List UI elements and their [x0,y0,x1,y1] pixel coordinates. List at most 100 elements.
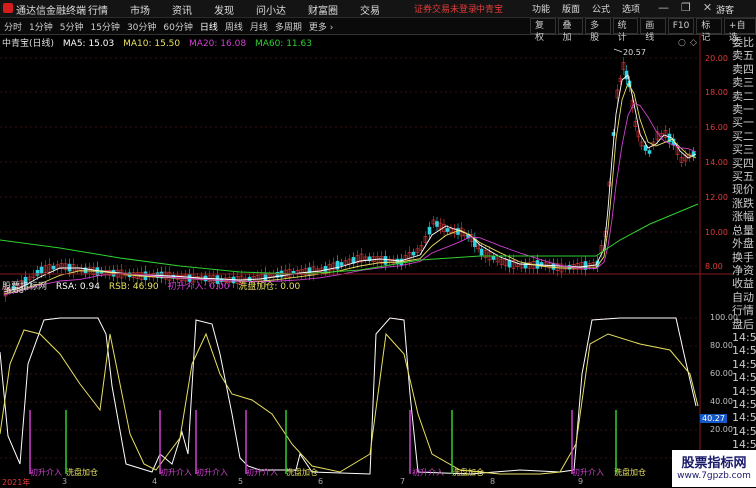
candle-body [51,265,56,270]
price-tick: 12.00 [705,193,728,202]
side-item[interactable]: 涨跌 [732,197,756,210]
multi-stock-button[interactable]: 多股 [585,18,611,43]
candle-body [435,221,439,227]
side-item[interactable]: 买一 [732,116,756,129]
quote-side-column: 委比 卖五 卖四 卖三 卖二 卖一 买一 买二 买三 买四 买五 现价 涨跌 涨幅 总量 外盘 换手 净资 收益 自动… [732,36,756,452]
app-title: 通达信金融终端 [16,6,86,17]
adjust-button[interactable]: 复权 [530,18,556,43]
side-item[interactable]: 买三 [732,143,756,156]
mark-button[interactable]: 标记 [696,18,722,43]
menu-layout[interactable]: 版面 [562,2,580,15]
login-notice[interactable]: 证券交易未登录 [414,2,477,15]
side-item[interactable]: 14:50 [732,331,756,344]
date-tick: 5 [238,477,244,486]
side-item[interactable]: 14:50 [732,385,756,398]
menu-wealth[interactable]: 财富圈 [308,2,338,17]
tab-intraday[interactable]: 分时 [4,20,22,33]
side-item[interactable]: 14:50 [732,358,756,371]
menu-news[interactable]: 资讯 [172,2,192,17]
side-item[interactable]: 现价 [732,183,756,196]
menu-market-quotes[interactable]: 行情 [88,2,108,17]
side-item[interactable]: 买四 [732,157,756,170]
candle-body [647,150,652,154]
menu-market[interactable]: 市场 [130,2,150,17]
side-item[interactable]: 卖五 [732,49,756,62]
chart-tools: 复权 叠加 多股 统计 画线 F10 标记 +自选 [528,18,756,43]
watermark-title: 股票指标网 [681,456,747,471]
high-annotation-pointer [613,48,623,53]
close-icon[interactable]: ✕ [703,1,712,14]
restore-icon[interactable]: ❐ [681,1,691,14]
side-item[interactable]: 委比 [732,36,756,49]
rsa-value: RSA: 0.94 [55,282,100,292]
side-item[interactable]: 换手 [732,251,756,264]
statistics-button[interactable]: 统计 [612,18,639,43]
date-tick: 7 [400,477,406,486]
side-item[interactable]: 外盘 [732,237,756,250]
menu-formula[interactable]: 公式 [592,2,610,15]
candle-body [39,266,44,274]
side-item[interactable]: 涨幅 [732,210,756,223]
side-item[interactable]: 净资 [732,264,756,277]
side-item[interactable]: 卖三 [732,76,756,89]
right-menu: 功能 版面 公式 选项 [532,2,640,15]
side-item[interactable]: 行情 [732,304,756,317]
chart-settings-icon[interactable]: ○ [678,38,686,48]
side-item[interactable]: 总量 [732,224,756,237]
menu-options[interactable]: 选项 [622,2,640,15]
menu-function[interactable]: 功能 [532,2,550,15]
price-tick: 10.00 [705,228,728,237]
draw-line-button[interactable]: 画线 [640,18,666,43]
side-item[interactable]: 14:50 [732,425,756,438]
chart-area[interactable]: 20.57 6.68 ○ ◇ [0,34,732,477]
candle-body [383,256,388,265]
indicator-tick: 40.00 [710,397,733,406]
side-item[interactable]: 卖一 [732,103,756,116]
date-axis: 2021年 3 4 5 6 7 8 9 [0,477,756,487]
side-item[interactable]: 卖四 [732,63,756,76]
candle-body [551,263,556,270]
tab-monthly[interactable]: 月线 [250,20,268,33]
side-item[interactable]: 14:50 [732,371,756,384]
side-item[interactable]: 14:50 [732,398,756,411]
tab-more[interactable]: 更多 › [309,20,333,33]
minimize-icon[interactable]: — [658,1,669,14]
side-item[interactable]: 卖二 [732,90,756,103]
indicator-current-value: 40.27 [700,414,727,423]
side-item[interactable]: 买二 [732,130,756,143]
price-tick: 14.00 [705,158,728,167]
date-tick: 4 [152,477,158,486]
side-item[interactable]: 自动 [732,291,756,304]
menu-ask[interactable]: 问小达 [256,2,286,17]
overlay-button[interactable]: 叠加 [557,18,584,43]
tab-15min[interactable]: 15分钟 [90,20,119,33]
side-item[interactable]: 14:50 [732,344,756,357]
user-guest[interactable]: 游客 [716,3,734,16]
rsb-value: RSB: 46.90 [108,282,159,292]
tab-1min[interactable]: 1分钟 [29,20,53,33]
candle-body [479,248,484,256]
tab-60min[interactable]: 60分钟 [163,20,192,33]
tab-daily[interactable]: 日线 [200,20,218,33]
side-item[interactable]: 收益 [732,277,756,290]
price-tick: 20.00 [705,54,728,63]
tab-multi-period[interactable]: 多周期 [275,20,302,33]
tab-weekly[interactable]: 周线 [225,20,243,33]
watermark-url: www.7gpzb.com [677,471,751,481]
window-controls: — ❐ ✕ [658,1,712,14]
add-watchlist-button[interactable]: +自选 [723,18,756,43]
price-grid [0,57,700,267]
f10-button[interactable]: F10 [667,18,695,34]
side-item[interactable]: 14:50 [732,411,756,424]
rsb-line [0,329,699,475]
high-annotation: 20.57 [623,48,646,57]
tab-30min[interactable]: 30分钟 [127,20,156,33]
chart-expand-icon[interactable]: ◇ [690,38,697,48]
side-item[interactable]: 盘后 [732,318,756,331]
wash-value: 洗盘加仓: 0.00 [238,282,301,292]
menu-discover[interactable]: 发现 [214,2,234,17]
menu-trade[interactable]: 交易 [360,2,380,17]
date-tick: 9 [578,477,584,486]
side-item[interactable]: 买五 [732,170,756,183]
tab-5min[interactable]: 5分钟 [60,20,84,33]
